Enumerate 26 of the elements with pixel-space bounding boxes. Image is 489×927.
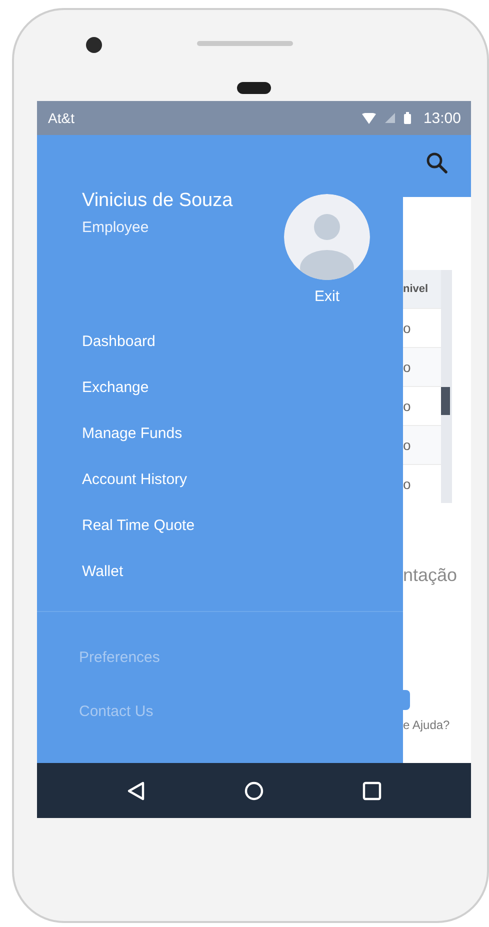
menu-item[interactable]: Dashboard: [82, 319, 156, 365]
table-cell: o: [403, 347, 441, 386]
exit-link[interactable]: Exit: [314, 288, 340, 306]
search-icon[interactable]: [426, 152, 448, 174]
section-heading: ntação: [403, 565, 458, 586]
avatar-icon: [284, 194, 370, 280]
camera-icon: [86, 37, 102, 53]
battery-icon: [404, 112, 412, 124]
menu-item[interactable]: Exchange: [82, 365, 149, 411]
sensor-icon: [237, 82, 271, 94]
user-name: Vinicius de Souza: [82, 189, 234, 213]
back-icon[interactable]: [126, 780, 146, 800]
menu-item[interactable]: Wallet: [82, 549, 124, 595]
recent-apps-icon[interactable]: [362, 780, 382, 800]
home-icon[interactable]: [244, 780, 264, 800]
table-cell: o: [403, 425, 441, 464]
user-role: Employee: [82, 218, 150, 238]
wifi-icon: [362, 112, 376, 124]
signal-icon: [385, 113, 396, 123]
menu-item[interactable]: Manage Funds: [82, 411, 182, 457]
carrier-label: At&t: [48, 110, 74, 126]
menu-item[interactable]: Account History: [82, 457, 188, 503]
clock-time: 13:00: [423, 110, 461, 126]
help-link[interactable]: e Ajuda?: [403, 718, 450, 732]
menu-item[interactable]: Real Time Quote: [82, 503, 195, 549]
table-header: nivel: [403, 270, 441, 308]
